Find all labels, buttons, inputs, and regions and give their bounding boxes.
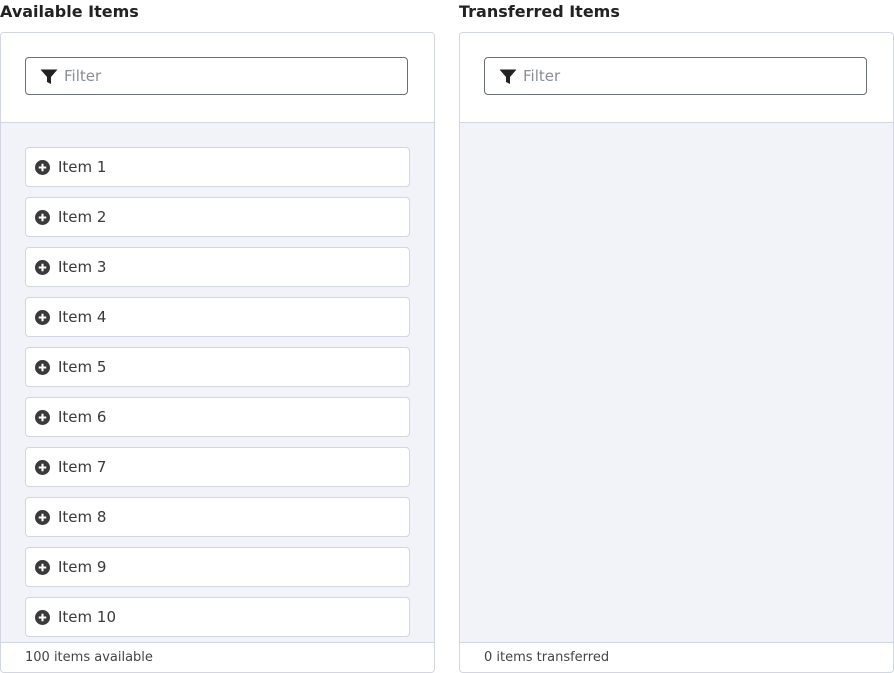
plus-circle-icon[interactable]	[35, 260, 50, 275]
available-list: Item 1 Item 2 Item 3 Item 4 Item 5 Item 6 Item…	[1, 123, 434, 642]
plus-circle-icon[interactable]	[35, 310, 50, 325]
transferred-heading: Transferred Items	[459, 2, 620, 21]
list-item[interactable]: Item 9	[25, 547, 410, 587]
list-item[interactable]: Item 7	[25, 447, 410, 487]
available-panel: Item 1 Item 2 Item 3 Item 4 Item 5 Item 6 Item…	[0, 32, 435, 673]
list-item-label: Item 1	[58, 158, 107, 176]
plus-circle-icon[interactable]	[35, 510, 50, 525]
list-item[interactable]: Item 6	[25, 397, 410, 437]
available-panel-header	[1, 33, 434, 123]
list-item-label: Item 9	[58, 558, 107, 576]
plus-circle-icon[interactable]	[35, 210, 50, 225]
available-filter-box[interactable]	[25, 57, 408, 95]
list-item-label: Item 4	[58, 308, 107, 326]
available-filter-input[interactable]	[64, 58, 394, 94]
available-items: Item 1 Item 2 Item 3 Item 4 Item 5 Item 6 Item…	[25, 147, 410, 642]
available-count: 100 items available	[25, 650, 153, 665]
list-item-label: Item 3	[58, 258, 107, 276]
list-item[interactable]: Item 4	[25, 297, 410, 337]
plus-circle-icon[interactable]	[35, 610, 50, 625]
transferred-panel-header	[460, 33, 893, 123]
plus-circle-icon[interactable]	[35, 460, 50, 475]
list-item[interactable]: Item 2	[25, 197, 410, 237]
transferred-column: Transferred Items 0 items transferred	[459, 0, 894, 673]
transferred-filter-box[interactable]	[484, 57, 867, 95]
available-column: Available Items Item 1 Item 2 Item 3 Item 4…	[0, 0, 435, 673]
transferred-count: 0 items transferred	[484, 650, 610, 665]
filter-icon	[499, 69, 517, 84]
list-item[interactable]: Item 1	[25, 147, 410, 187]
dual-list-selector: Available Items Item 1 Item 2 Item 3 Item 4…	[0, 0, 894, 673]
plus-circle-icon[interactable]	[35, 360, 50, 375]
transferred-filter-input[interactable]	[523, 58, 853, 94]
list-item[interactable]: Item 10	[25, 597, 410, 637]
available-footer: 100 items available	[1, 642, 434, 672]
transferred-list	[460, 123, 893, 642]
plus-circle-icon[interactable]	[35, 560, 50, 575]
transferred-panel: 0 items transferred	[459, 32, 894, 673]
list-item-label: Item 10	[58, 608, 117, 626]
list-item-label: Item 6	[58, 408, 107, 426]
list-item[interactable]: Item 8	[25, 497, 410, 537]
list-item[interactable]: Item 5	[25, 347, 410, 387]
list-item-label: Item 2	[58, 208, 107, 226]
available-heading: Available Items	[0, 2, 139, 21]
list-item-label: Item 5	[58, 358, 107, 376]
list-item[interactable]: Item 3	[25, 247, 410, 287]
plus-circle-icon[interactable]	[35, 160, 50, 175]
plus-circle-icon[interactable]	[35, 410, 50, 425]
list-item-label: Item 7	[58, 458, 107, 476]
filter-icon	[40, 69, 58, 84]
transferred-footer: 0 items transferred	[460, 642, 893, 672]
list-item-label: Item 8	[58, 508, 107, 526]
